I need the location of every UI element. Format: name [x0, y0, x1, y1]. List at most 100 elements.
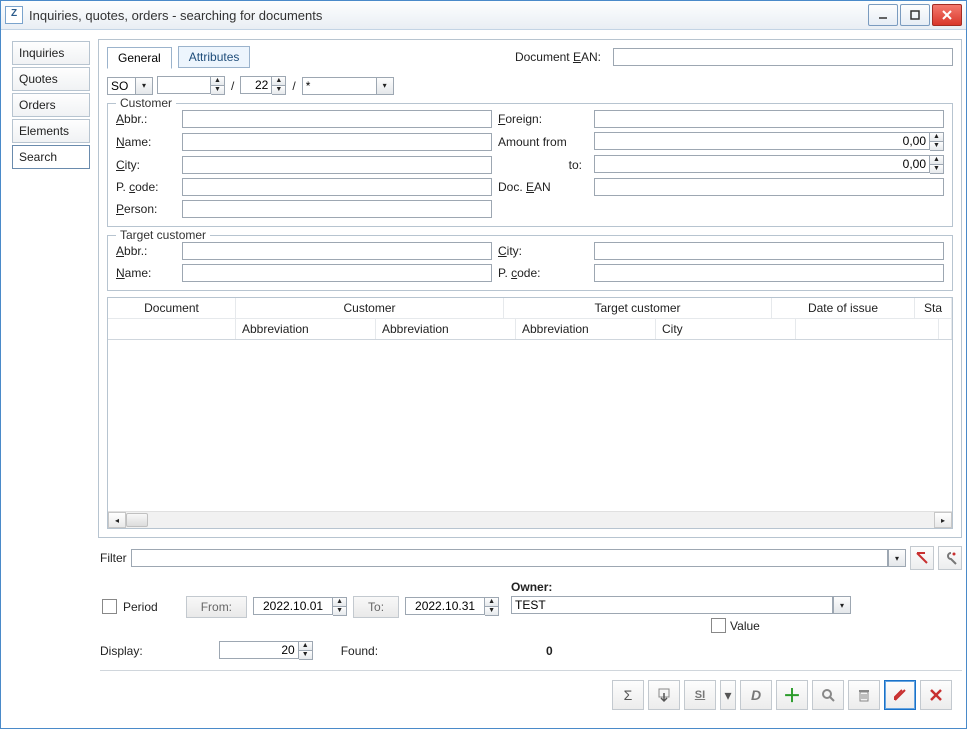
period-block: Period From: ▲▼ To: ▲▼: [100, 594, 501, 620]
sidebar-item-orders[interactable]: Orders: [12, 93, 90, 117]
period-to-button[interactable]: To:: [353, 596, 399, 618]
value-checkbox[interactable]: [711, 618, 726, 633]
document-ean-input[interactable]: [613, 48, 953, 66]
target-name-input[interactable]: [182, 264, 492, 282]
app-window: Z Inquiries, quotes, orders - searching …: [0, 0, 967, 729]
customer-abbr-input[interactable]: [182, 110, 492, 128]
amount-to-input[interactable]: [594, 155, 930, 173]
close-window-button[interactable]: [932, 4, 962, 26]
app-icon: Z: [5, 6, 23, 24]
maximize-button[interactable]: [900, 4, 930, 26]
filter-input[interactable]: [131, 549, 888, 567]
target-customer-group: Target customer Abbr.: City: Name: P. co…: [107, 235, 953, 291]
si-dropdown-button[interactable]: ▾: [720, 680, 736, 710]
scrollbar-thumb[interactable]: [126, 513, 148, 527]
owner-chevron-down-icon[interactable]: ▾: [833, 596, 851, 614]
tab-attributes[interactable]: Attributes: [178, 46, 251, 68]
period-from-input[interactable]: [253, 597, 333, 615]
col-target-customer[interactable]: Target customer: [504, 298, 772, 318]
chevron-down-icon[interactable]: ▾: [376, 77, 394, 95]
table-body-empty[interactable]: [108, 340, 952, 511]
doc-pattern-value[interactable]: [302, 77, 376, 95]
period-checkbox[interactable]: [102, 599, 117, 614]
person-label: Person:: [116, 202, 176, 216]
filter-chevron-down-icon[interactable]: ▾: [888, 549, 906, 567]
t-pcode-label: P. code:: [498, 266, 588, 280]
city-label: City:: [116, 158, 176, 172]
export-down-button[interactable]: [648, 680, 680, 710]
si-button[interactable]: SI: [684, 680, 716, 710]
title-bar: Z Inquiries, quotes, orders - searching …: [1, 1, 966, 30]
customer-name-input[interactable]: [182, 133, 492, 151]
doc-pattern-dropdown[interactable]: ▾: [302, 77, 394, 95]
col-target-city[interactable]: City: [656, 319, 796, 339]
display-stepper[interactable]: ▲▼: [299, 641, 313, 660]
footer-toolbar: Σ SI ▾ D ＋: [100, 670, 962, 719]
scroll-right-icon[interactable]: ▸: [934, 512, 952, 528]
amount-from-stepper[interactable]: ▲▼: [930, 132, 944, 151]
col-date-of-issue[interactable]: Date of issue: [772, 298, 915, 318]
scroll-left-icon[interactable]: ◂: [108, 512, 126, 528]
delete-button[interactable]: [848, 680, 880, 710]
col-customer[interactable]: Customer: [236, 298, 504, 318]
abbr-label: Abbr.:: [116, 112, 176, 126]
pcode-label: P. code:: [116, 180, 176, 194]
display-label: Display:: [100, 644, 143, 658]
owner-input[interactable]: [511, 596, 833, 614]
col-customer-abbr2[interactable]: Abbreviation: [376, 319, 516, 339]
sidebar-item-inquiries[interactable]: Inquiries: [12, 41, 90, 65]
period-from-stepper[interactable]: ▲▼: [333, 597, 347, 616]
customer-person-input[interactable]: [182, 200, 492, 218]
customer-legend: Customer: [116, 96, 176, 110]
customer-city-input[interactable]: [182, 156, 492, 174]
minimize-button[interactable]: [868, 4, 898, 26]
doc-year-stepper[interactable]: ▲▼: [272, 76, 286, 95]
sidebar-item-elements[interactable]: Elements: [12, 119, 90, 143]
sidebar-item-quotes[interactable]: Quotes: [12, 67, 90, 91]
period-label: Period: [123, 600, 158, 614]
content-panel: General Attributes Document EAN: ▾: [98, 39, 962, 538]
col-customer-abbr[interactable]: Abbreviation: [236, 319, 376, 339]
main-panel: General Attributes Document EAN: ▾: [92, 39, 962, 719]
sigma-button[interactable]: Σ: [612, 680, 644, 710]
period-to-stepper[interactable]: ▲▼: [485, 597, 499, 616]
add-button[interactable]: ＋: [776, 680, 808, 710]
cancel-button[interactable]: [920, 680, 952, 710]
tab-general[interactable]: General: [107, 47, 172, 69]
col-status[interactable]: Sta: [915, 298, 952, 318]
amount-from-input[interactable]: [594, 132, 930, 150]
doc-prefix-dropdown[interactable]: ▾: [107, 77, 153, 95]
value-checkbox-label: Value: [730, 619, 760, 633]
period-from-button[interactable]: From:: [186, 596, 247, 618]
target-abbr-input[interactable]: [182, 242, 492, 260]
d-button[interactable]: D: [740, 680, 772, 710]
customer-docean-input[interactable]: [594, 178, 944, 196]
sidebar-item-search[interactable]: Search: [12, 145, 90, 169]
period-to-input[interactable]: [405, 597, 485, 615]
doc-year-input[interactable]: [240, 76, 272, 94]
amount-to-stepper[interactable]: ▲▼: [930, 155, 944, 174]
edit-button[interactable]: [884, 680, 916, 710]
target-city-input[interactable]: [594, 242, 944, 260]
col-document[interactable]: Document: [108, 298, 236, 318]
customer-foreign-input[interactable]: [594, 110, 944, 128]
customer-pcode-input[interactable]: [182, 178, 492, 196]
found-label: Found:: [341, 644, 378, 658]
window-title: Inquiries, quotes, orders - searching fo…: [29, 8, 868, 23]
filter-config-button[interactable]: [938, 546, 962, 570]
display-input[interactable]: [219, 641, 299, 659]
amount-from-label: Amount from: [498, 135, 588, 149]
results-table: Document Customer Target customer Date o…: [107, 297, 953, 529]
doc-seq-stepper[interactable]: ▲▼: [211, 76, 225, 95]
target-pcode-input[interactable]: [594, 264, 944, 282]
horizontal-scrollbar[interactable]: ◂ ▸: [108, 511, 952, 528]
col-target-abbr[interactable]: Abbreviation: [516, 319, 656, 339]
search-button[interactable]: [812, 680, 844, 710]
found-value: 0: [546, 644, 553, 658]
filter-label: Filter: [100, 551, 127, 565]
chevron-down-icon[interactable]: ▾: [135, 77, 153, 95]
doc-seq-input[interactable]: [157, 76, 211, 94]
doc-prefix-value[interactable]: [107, 77, 135, 95]
filter-reset-button[interactable]: [910, 546, 934, 570]
window-buttons: [868, 4, 962, 26]
